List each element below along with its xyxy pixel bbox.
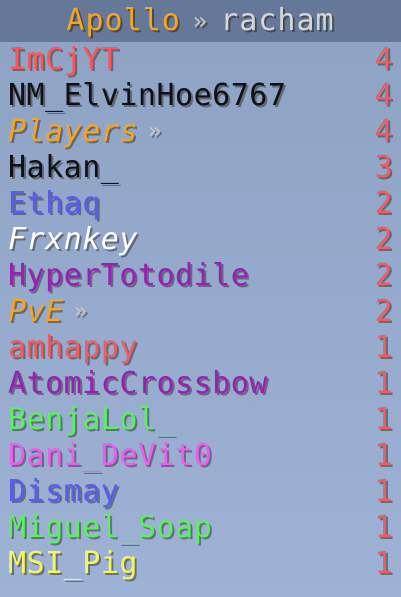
scoreboard-row: Hakan_ 3 <box>0 150 401 186</box>
scoreboard-row: NM_ElvinHoe6767 4 <box>0 78 401 114</box>
scoreboard-rows: ImCjYT 4 NM_ElvinHoe6767 4 Players» 4 Hakan_ 3 E… <box>0 42 401 582</box>
player-name: NM_ElvinHoe6767 <box>8 78 287 113</box>
player-score: 2 <box>374 186 393 221</box>
header-subtitle: racham <box>220 3 335 38</box>
player-score: 2 <box>374 258 393 293</box>
player-name: ImCjYT <box>8 42 120 77</box>
scoreboard-header: Apollo » racham <box>0 0 401 42</box>
scoreboard-row: MSI_Pig 1 <box>0 546 401 582</box>
scoreboard-row: AtomicCrossbow 1 <box>0 366 401 402</box>
scoreboard-row: Ethaq 2 <box>0 186 401 222</box>
player-name: Dani_DeVit0 <box>8 438 213 473</box>
scoreboard-row: BenjaLol_ 1 <box>0 402 401 438</box>
player-score: 1 <box>374 366 393 401</box>
scoreboard-row: HyperTotodile 2 <box>0 258 401 294</box>
player-name: Frxnkey <box>8 222 138 257</box>
scoreboard-row: PvE » 2 <box>0 294 401 330</box>
scoreboard-row: Dismay 1 <box>0 474 401 510</box>
scoreboard-row: Miguel_Soap 1 <box>0 510 401 546</box>
player-name: HyperTotodile <box>8 258 250 293</box>
scoreboard-row: ImCjYT 4 <box>0 42 401 78</box>
player-score: 3 <box>374 150 393 185</box>
player-name: MSI_Pig <box>8 546 138 581</box>
player-score: 2 <box>374 222 393 257</box>
player-score: 1 <box>374 330 393 365</box>
player-score: 1 <box>374 546 393 581</box>
scoreboard-row: Players » 4 <box>0 114 401 150</box>
player-score: 1 <box>374 438 393 473</box>
player-name: AtomicCrossbow <box>8 366 268 401</box>
player-score: 4 <box>374 114 393 149</box>
player-score: 4 <box>374 42 393 77</box>
group-chevron-icon: » <box>73 299 88 324</box>
player-name: Miguel_Soap <box>8 510 213 545</box>
server-name: Apollo <box>66 3 181 38</box>
scoreboard-row: Dani_DeVit0 1 <box>0 438 401 474</box>
player-name: BenjaLol_ <box>8 402 176 437</box>
header-separator: » <box>192 7 209 35</box>
player-name: PvE <box>8 294 64 329</box>
player-name: Hakan_ <box>8 150 120 185</box>
scoreboard-row: Frxnkey 2 <box>0 222 401 258</box>
scoreboard-row: amhappy 1 <box>0 330 401 366</box>
player-name: Ethaq <box>8 186 101 221</box>
player-name: Dismay <box>8 474 120 509</box>
player-name: amhappy <box>8 330 138 365</box>
player-score: 1 <box>374 510 393 545</box>
player-score: 2 <box>374 294 393 329</box>
player-score: 1 <box>374 474 393 509</box>
player-name: Players <box>8 114 138 149</box>
scoreboard-panel: Apollo » racham ImCjYT 4 NM_ElvinHoe6767 4 P… <box>0 0 401 597</box>
player-score: 4 <box>374 78 393 113</box>
group-chevron-icon: » <box>147 119 162 144</box>
player-score: 1 <box>374 402 393 437</box>
